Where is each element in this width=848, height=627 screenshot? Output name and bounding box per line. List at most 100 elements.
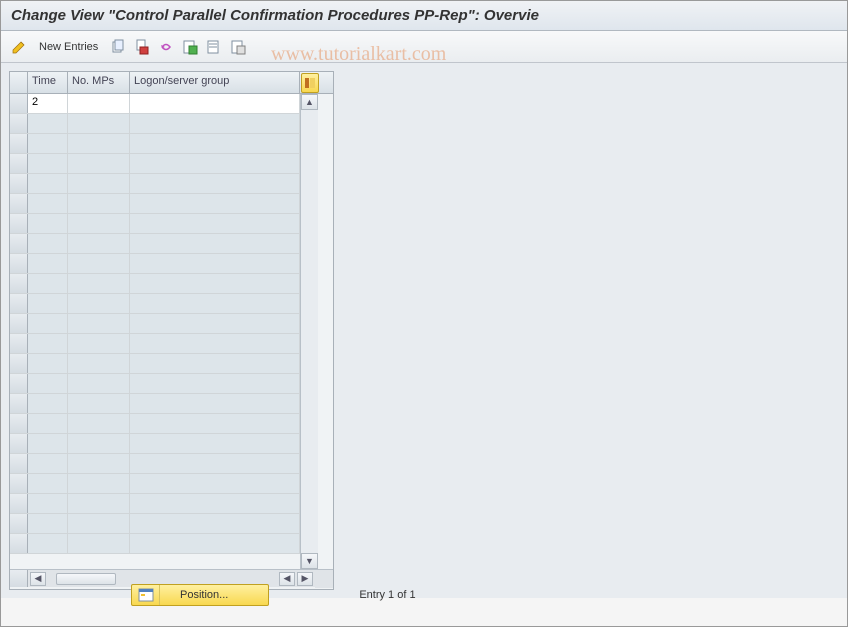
- cell-empty[interactable]: [28, 334, 68, 353]
- row-selector[interactable]: [10, 154, 28, 173]
- cell-empty[interactable]: [68, 414, 130, 433]
- cell-empty[interactable]: [28, 434, 68, 453]
- cell-empty[interactable]: [130, 494, 300, 513]
- cell-empty[interactable]: [28, 174, 68, 193]
- cell-empty[interactable]: [130, 254, 300, 273]
- cell-empty[interactable]: [28, 294, 68, 313]
- cell-empty[interactable]: [130, 534, 300, 553]
- cell-empty[interactable]: [68, 494, 130, 513]
- cell-empty[interactable]: [28, 114, 68, 133]
- row-selector[interactable]: [10, 294, 28, 313]
- row-selector[interactable]: [10, 394, 28, 413]
- position-button[interactable]: Position...: [131, 584, 269, 606]
- cell-empty[interactable]: [28, 534, 68, 553]
- row-selector[interactable]: [10, 254, 28, 273]
- cell-empty[interactable]: [28, 234, 68, 253]
- row-selector[interactable]: [10, 314, 28, 333]
- select-all-icon[interactable]: [180, 37, 200, 57]
- row-selector[interactable]: [10, 214, 28, 233]
- cell-empty[interactable]: [28, 474, 68, 493]
- cell-empty[interactable]: [130, 274, 300, 293]
- row-selector[interactable]: [10, 494, 28, 513]
- cell-empty[interactable]: [130, 434, 300, 453]
- cell-empty[interactable]: [68, 154, 130, 173]
- scroll-down-icon[interactable]: ▼: [301, 553, 318, 569]
- cell-empty[interactable]: [68, 194, 130, 213]
- row-selector[interactable]: [10, 134, 28, 153]
- cell-empty[interactable]: [28, 494, 68, 513]
- cell-empty[interactable]: [68, 274, 130, 293]
- delete-icon[interactable]: [132, 37, 152, 57]
- row-selector[interactable]: [10, 94, 28, 113]
- cell-empty[interactable]: [68, 314, 130, 333]
- cell-empty[interactable]: [68, 434, 130, 453]
- cell-empty[interactable]: [130, 514, 300, 533]
- cell-empty[interactable]: [130, 474, 300, 493]
- cell-empty[interactable]: [130, 374, 300, 393]
- cell-empty[interactable]: [68, 174, 130, 193]
- cell-empty[interactable]: [68, 214, 130, 233]
- cell-empty[interactable]: [68, 514, 130, 533]
- table-settings-icon[interactable]: [301, 73, 319, 93]
- row-selector[interactable]: [10, 114, 28, 133]
- scroll-thumb[interactable]: [56, 573, 116, 585]
- cell-empty[interactable]: [68, 254, 130, 273]
- select-all-rows[interactable]: [10, 72, 28, 93]
- cell-empty[interactable]: [28, 254, 68, 273]
- cell-empty[interactable]: [130, 134, 300, 153]
- undo-icon[interactable]: [156, 37, 176, 57]
- cell-empty[interactable]: [68, 234, 130, 253]
- cell-empty[interactable]: [28, 194, 68, 213]
- cell-empty[interactable]: [28, 374, 68, 393]
- cell-empty[interactable]: [130, 354, 300, 373]
- cell-empty[interactable]: [68, 334, 130, 353]
- cell-empty[interactable]: [28, 214, 68, 233]
- cell-empty[interactable]: [68, 454, 130, 473]
- cell-empty[interactable]: [130, 294, 300, 313]
- cell-empty[interactable]: [68, 134, 130, 153]
- cell-empty[interactable]: [130, 334, 300, 353]
- column-header-no-mps[interactable]: No. MPs: [68, 72, 130, 93]
- new-entries-button[interactable]: New Entries: [39, 41, 98, 53]
- cell-empty[interactable]: [28, 414, 68, 433]
- cell-empty[interactable]: [130, 214, 300, 233]
- row-selector[interactable]: [10, 274, 28, 293]
- cell-empty[interactable]: [130, 154, 300, 173]
- cell-empty[interactable]: [68, 474, 130, 493]
- cell-empty[interactable]: [130, 314, 300, 333]
- row-selector[interactable]: [10, 374, 28, 393]
- cell-empty[interactable]: [28, 394, 68, 413]
- row-selector[interactable]: [10, 174, 28, 193]
- row-selector[interactable]: [10, 334, 28, 353]
- cell-logon-group[interactable]: [130, 94, 300, 113]
- cell-empty[interactable]: [130, 234, 300, 253]
- cell-empty[interactable]: [68, 394, 130, 413]
- scroll-track[interactable]: [301, 110, 318, 553]
- cell-empty[interactable]: [68, 294, 130, 313]
- cell-empty[interactable]: [28, 314, 68, 333]
- cell-empty[interactable]: [68, 374, 130, 393]
- change-icon[interactable]: [9, 37, 29, 57]
- cell-empty[interactable]: [130, 414, 300, 433]
- row-selector[interactable]: [10, 234, 28, 253]
- cell-empty[interactable]: [130, 114, 300, 133]
- column-header-time[interactable]: Time: [28, 72, 68, 93]
- row-selector[interactable]: [10, 354, 28, 373]
- row-selector[interactable]: [10, 414, 28, 433]
- cell-empty[interactable]: [28, 274, 68, 293]
- cell-empty[interactable]: [130, 394, 300, 413]
- cell-empty[interactable]: [130, 454, 300, 473]
- vertical-scrollbar[interactable]: ▲ ▼: [300, 94, 318, 569]
- row-selector[interactable]: [10, 194, 28, 213]
- row-selector[interactable]: [10, 534, 28, 553]
- cell-time[interactable]: 2: [28, 94, 68, 113]
- copy-icon[interactable]: [108, 37, 128, 57]
- cell-empty[interactable]: [28, 454, 68, 473]
- cell-empty[interactable]: [68, 114, 130, 133]
- scroll-up-icon[interactable]: ▲: [301, 94, 318, 110]
- cell-empty[interactable]: [130, 194, 300, 213]
- row-selector[interactable]: [10, 514, 28, 533]
- row-selector[interactable]: [10, 474, 28, 493]
- cell-empty[interactable]: [28, 134, 68, 153]
- row-selector[interactable]: [10, 434, 28, 453]
